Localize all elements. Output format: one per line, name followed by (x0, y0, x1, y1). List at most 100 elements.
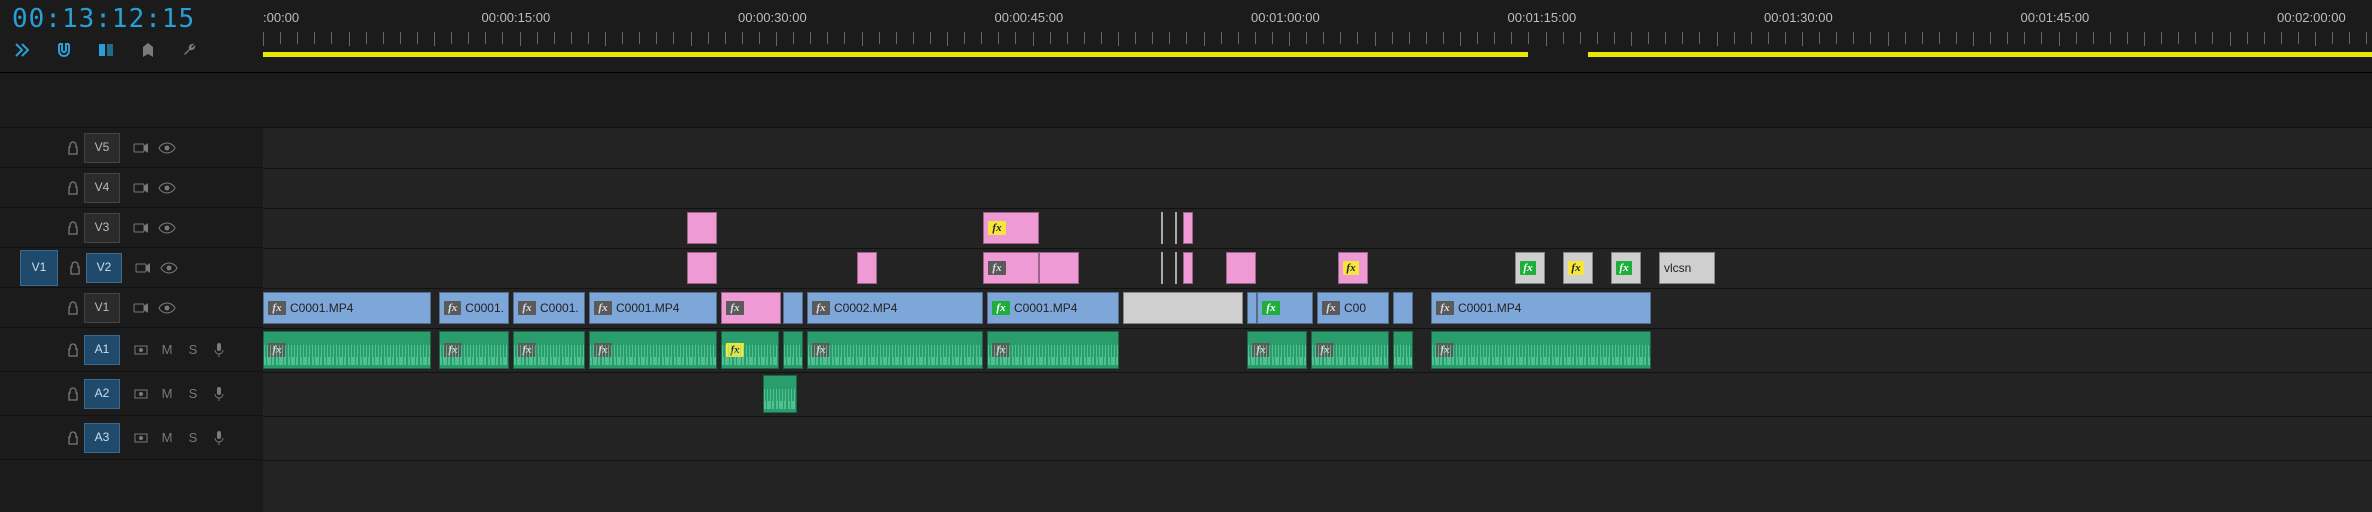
mute-button[interactable]: M (154, 386, 180, 402)
audio-clip[interactable]: fx (1247, 331, 1307, 369)
audio-clip[interactable]: fx (1311, 331, 1389, 369)
track-lock-icon[interactable] (62, 343, 84, 357)
video-clip[interactable] (687, 252, 717, 284)
linked-selection-icon[interactable] (96, 40, 116, 60)
track-visibility-eye-icon[interactable] (154, 182, 180, 194)
source-patch-v5[interactable] (20, 131, 56, 165)
solo-button[interactable]: S (180, 386, 206, 402)
audio-clip[interactable]: fx (1431, 331, 1651, 369)
video-clip[interactable] (1123, 292, 1243, 324)
lane-a1[interactable]: fxfxfxfxfxfxfxfxfxfx (263, 328, 2372, 373)
sync-lock-icon[interactable] (130, 261, 156, 275)
keyframe-icon[interactable] (128, 431, 154, 445)
source-patch-a3[interactable] (20, 421, 56, 455)
lane-v4[interactable] (263, 168, 2372, 209)
video-clip[interactable]: fxC0002.MP4 (807, 292, 983, 324)
voiceover-mic-icon[interactable] (206, 342, 232, 358)
lane-v2[interactable]: fxfxfxfxfxvlcsn (263, 248, 2372, 289)
track-visibility-eye-icon[interactable] (154, 142, 180, 154)
video-clip[interactable]: fx (983, 252, 1039, 284)
lane-v1[interactable]: fxC0001.MP4fxC0001.fxC0001.fxC0001.MP4fx… (263, 288, 2372, 329)
audio-clip[interactable]: fx (439, 331, 509, 369)
sync-lock-icon[interactable] (128, 181, 154, 195)
track-lock-icon[interactable] (62, 301, 84, 315)
insert-overwrite-icon[interactable] (12, 40, 32, 60)
track-target-a2[interactable]: A2 (84, 379, 120, 409)
mute-button[interactable]: M (154, 342, 180, 358)
track-target-a3[interactable]: A3 (84, 423, 120, 453)
track-lock-icon[interactable] (62, 431, 84, 445)
track-lock-icon[interactable] (64, 261, 86, 275)
keyframe-icon[interactable] (128, 343, 154, 357)
playhead-timecode[interactable]: 00:13:12:15 (12, 6, 253, 32)
audio-clip[interactable]: fx (807, 331, 983, 369)
video-clip[interactable] (783, 292, 803, 324)
mute-button[interactable]: M (154, 430, 180, 446)
video-clip[interactable]: fxC0001.MP4 (589, 292, 717, 324)
video-clip[interactable] (1183, 212, 1193, 244)
clip-marker-stripes[interactable] (1161, 252, 1167, 284)
audio-clip[interactable] (783, 331, 803, 369)
video-clip[interactable]: fxC00 (1317, 292, 1389, 324)
work-area-bar[interactable] (263, 52, 1528, 57)
voiceover-mic-icon[interactable] (206, 386, 232, 402)
track-lock-icon[interactable] (62, 221, 84, 235)
track-visibility-eye-icon[interactable] (154, 302, 180, 314)
video-clip[interactable]: vlcsn (1659, 252, 1715, 284)
settings-wrench-icon[interactable] (180, 40, 200, 60)
video-clip[interactable]: fx (1257, 292, 1313, 324)
video-clip[interactable] (1393, 292, 1413, 324)
track-target-a1[interactable]: A1 (84, 335, 120, 365)
clip-marker-stripes[interactable] (1175, 212, 1179, 244)
video-clip[interactable]: fx (1611, 252, 1641, 284)
video-clip[interactable] (1183, 252, 1193, 284)
voiceover-mic-icon[interactable] (206, 430, 232, 446)
track-lock-icon[interactable] (62, 181, 84, 195)
track-visibility-eye-icon[interactable] (154, 222, 180, 234)
sync-lock-icon[interactable] (128, 221, 154, 235)
snap-magnet-icon[interactable] (54, 40, 74, 60)
video-clip[interactable]: fx (1338, 252, 1368, 284)
audio-clip[interactable]: fx (263, 331, 431, 369)
audio-clip[interactable] (1393, 331, 1413, 369)
lane-v5[interactable] (263, 128, 2372, 169)
video-clip[interactable]: fx (1515, 252, 1545, 284)
source-patch-v1[interactable] (20, 291, 56, 325)
lane-v3[interactable]: fx (263, 208, 2372, 249)
video-clip[interactable] (857, 252, 877, 284)
source-patch-a2[interactable] (20, 377, 56, 411)
video-clip[interactable] (1039, 252, 1079, 284)
source-patch-v3[interactable] (20, 211, 56, 245)
audio-clip[interactable]: fx (721, 331, 779, 369)
video-clip[interactable]: fxC0001.MP4 (1431, 292, 1651, 324)
video-clip[interactable]: fx (983, 212, 1039, 244)
video-clip[interactable]: fxC0001.MP4 (263, 292, 431, 324)
track-lock-icon[interactable] (62, 387, 84, 401)
work-area-bar[interactable] (1588, 52, 2372, 57)
audio-clip[interactable]: fx (589, 331, 717, 369)
source-patch-v4[interactable] (20, 171, 56, 205)
audio-clip[interactable]: fx (513, 331, 585, 369)
solo-button[interactable]: S (180, 342, 206, 358)
video-clip[interactable] (1247, 292, 1257, 324)
sync-lock-icon[interactable] (128, 301, 154, 315)
time-ruler[interactable]: :00:0000:00:15:0000:00:30:0000:00:45:000… (263, 0, 2372, 72)
clip-marker-stripes[interactable] (1161, 212, 1167, 244)
track-target-v3[interactable]: V3 (84, 213, 120, 243)
track-target-v2[interactable]: V2 (86, 253, 122, 283)
track-lanes[interactable]: fx fxfxfxfxfxvlcsn fxC0001.MP4fxC0001.fx… (263, 128, 2372, 512)
video-clip[interactable]: fx (721, 292, 781, 324)
video-clip[interactable]: fxC0001.MP4 (987, 292, 1119, 324)
track-target-v5[interactable]: V5 (84, 133, 120, 163)
clip-marker-stripes[interactable] (1175, 252, 1179, 284)
video-clip[interactable]: fx (1563, 252, 1593, 284)
track-visibility-eye-icon[interactable] (156, 262, 182, 274)
video-clip[interactable]: fxC0001. (513, 292, 585, 324)
track-target-v1[interactable]: V1 (84, 293, 120, 323)
lane-a2[interactable] (263, 372, 2372, 417)
solo-button[interactable]: S (180, 430, 206, 446)
source-patch-v2[interactable]: V1 (20, 250, 58, 286)
video-clip[interactable] (1226, 252, 1256, 284)
audio-clip[interactable]: fx (987, 331, 1119, 369)
video-clip[interactable]: fxC0001. (439, 292, 509, 324)
